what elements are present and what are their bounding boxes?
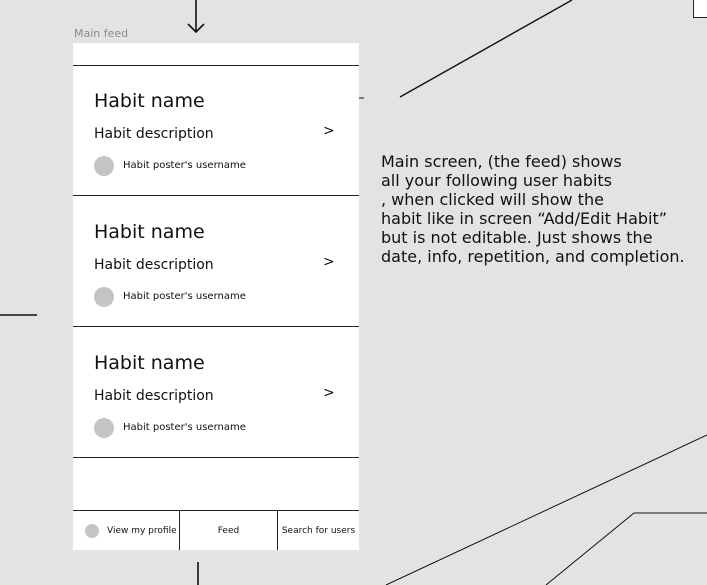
chevron-right-icon[interactable]: > [323, 254, 335, 270]
offscreen-frame-corner [693, 0, 707, 18]
habit-name: Habit name [94, 352, 205, 374]
chevron-right-icon[interactable]: > [323, 385, 335, 401]
nav-search-users-label: Search for users [281, 525, 356, 536]
nav-search-users[interactable]: Search for users [278, 511, 359, 550]
poster-username: Habit poster's username [123, 160, 246, 171]
nav-feed[interactable]: Feed [180, 511, 278, 550]
habit-description: Habit description [94, 126, 214, 142]
nav-feed-label: Feed [217, 525, 240, 536]
habit-description: Habit description [94, 257, 214, 273]
arrow-down-icon [187, 23, 205, 34]
poster-username: Habit poster's username [123, 422, 246, 433]
connector-top-right [399, 0, 573, 98]
main-feed-screen: Habit name Habit description > Habit pos… [73, 43, 359, 550]
bottom-navigation: View my profile Feed Search for users [73, 510, 359, 550]
habit-description: Habit description [94, 388, 214, 404]
habit-card[interactable]: Habit name Habit description > Habit pos… [73, 197, 359, 327]
avatar [94, 418, 114, 438]
habit-card[interactable]: Habit name Habit description > Habit pos… [73, 328, 359, 458]
avatar [85, 523, 99, 538]
connector-bottom-right-2 [545, 512, 707, 585]
avatar [94, 287, 114, 307]
nav-view-profile[interactable]: View my profile [73, 511, 180, 550]
frame-label: Main feed [74, 27, 129, 40]
poster-username: Habit poster's username [123, 291, 246, 302]
annotation-note: Main screen, (the feed) shows all your f… [381, 152, 685, 266]
habit-name: Habit name [94, 221, 205, 243]
habit-name: Habit name [94, 90, 205, 112]
habit-card[interactable]: Habit name Habit description > Habit pos… [73, 66, 359, 196]
nav-view-profile-label: View my profile [107, 525, 177, 536]
chevron-right-icon[interactable]: > [323, 123, 335, 139]
connector-bottom-right-1 [385, 434, 707, 585]
top-bar [73, 43, 359, 66]
avatar [94, 156, 114, 176]
